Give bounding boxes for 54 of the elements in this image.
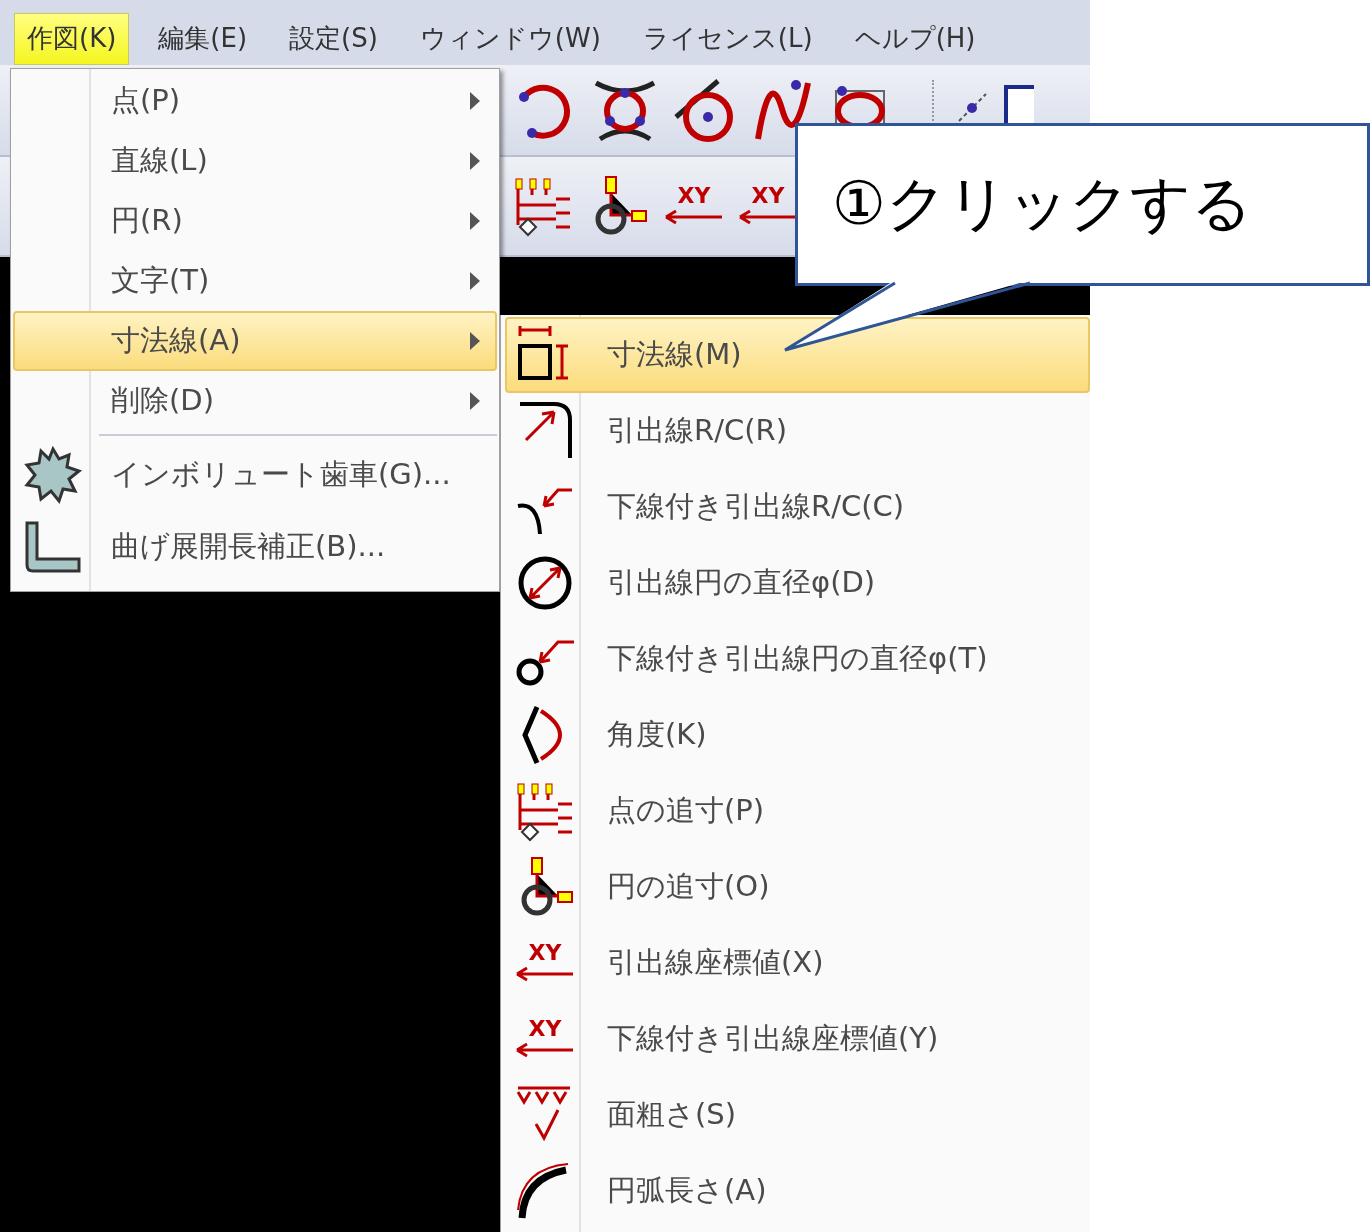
menu-entry[interactable]: XY 下線付き引出線座標値(Y)	[505, 1001, 1090, 1077]
submenu-arrow-icon	[469, 331, 481, 351]
menu-item[interactable]: 編集(E)	[145, 12, 261, 65]
menu-entry-label: 寸法線(A)	[111, 322, 242, 359]
menu-entry[interactable]: 下線付き引出線円の直径φ(T)	[505, 621, 1090, 697]
menu-entry-label: インボリュート歯車(G)...	[111, 456, 452, 493]
menu-entry-label: 点(P)	[111, 82, 182, 119]
bent-plate-icon	[23, 519, 83, 575]
menu-entry-label: 引出線座標値(X)	[607, 944, 824, 981]
menu-entry-label: 下線付き引出線座標値(Y)	[607, 1020, 939, 1057]
menu-item[interactable]: ウィンドウ(W)	[406, 12, 614, 65]
menu-entry[interactable]: 円(R)	[13, 191, 497, 251]
menu-entry-label: 面粗さ(S)	[607, 1096, 737, 1133]
submenu-arrow-icon	[469, 271, 481, 291]
menu-entry-label: 直線(L)	[111, 142, 209, 179]
menu-entry[interactable]: 寸法線(A)	[13, 311, 497, 371]
menu-entry[interactable]: 円の追寸(O)	[505, 849, 1090, 925]
menu-entry[interactable]: 円弧長さ(A)	[505, 1153, 1090, 1229]
menu-entry[interactable]: 点の追寸(P)	[505, 773, 1090, 849]
menu-entry[interactable]: 下線付き引出線R/C(C)	[505, 469, 1090, 545]
menu-entry-label: 曲げ展開長補正(B)...	[111, 528, 387, 565]
menu-entry[interactable]: 曲げ展開長補正(B)...	[13, 511, 497, 583]
menu-entry[interactable]: 文字(T)	[13, 251, 497, 311]
menu-entry-label: 削除(D)	[111, 382, 215, 419]
submenu-arrow-icon	[469, 211, 481, 231]
menu-entry-label: 円の追寸(O)	[607, 868, 770, 905]
menu-entry[interactable]: 寸法線(M)	[505, 317, 1090, 393]
menu-entry-label: 角度(K)	[607, 716, 707, 753]
submenu-arrow-icon	[469, 91, 481, 111]
menu-entry[interactable]: 点(P)	[13, 71, 497, 131]
menu-entry-label: 円弧長さ(A)	[607, 1172, 767, 1209]
menu-entry-label: 文字(T)	[111, 262, 211, 299]
menu-item[interactable]: 設定(S)	[276, 12, 391, 65]
menu-entry-label: 引出線円の直径φ(D)	[607, 564, 876, 601]
menu-item[interactable]: ヘルプ(H)	[841, 12, 989, 65]
menu-entry[interactable]: 面粗さ(S)	[505, 1077, 1090, 1153]
menu-entry[interactable]: XY 引出線座標値(X)	[505, 925, 1090, 1001]
menu-entry-label: 下線付き引出線R/C(C)	[607, 488, 905, 525]
menu-item[interactable]: 作図(K)	[14, 12, 130, 65]
menu-entry-label: 下線付き引出線円の直径φ(T)	[607, 640, 988, 677]
submenu-arrow-icon	[469, 151, 481, 171]
menu-item[interactable]: ライセンス(L)	[629, 12, 826, 65]
submenu-arrow-icon	[469, 391, 481, 411]
menu-entry-label: 円(R)	[111, 202, 184, 239]
menu-entry[interactable]: 角度(K)	[505, 697, 1090, 773]
menu-entry-label: 寸法線(M)	[607, 336, 742, 373]
menu-entry-label: 引出線R/C(R)	[607, 412, 787, 449]
menu-entry[interactable]: 引出線R/C(R)	[505, 393, 1090, 469]
gear-icon	[23, 445, 83, 505]
menu-entry[interactable]: 削除(D)	[13, 371, 497, 431]
menu-entry[interactable]: 引出線円の直径φ(D)	[505, 545, 1090, 621]
menu-entry[interactable]: 直線(L)	[13, 131, 497, 191]
menu-entry[interactable]: インボリュート歯車(G)...	[13, 439, 497, 511]
menu-entry-label: 点の追寸(P)	[607, 792, 765, 829]
